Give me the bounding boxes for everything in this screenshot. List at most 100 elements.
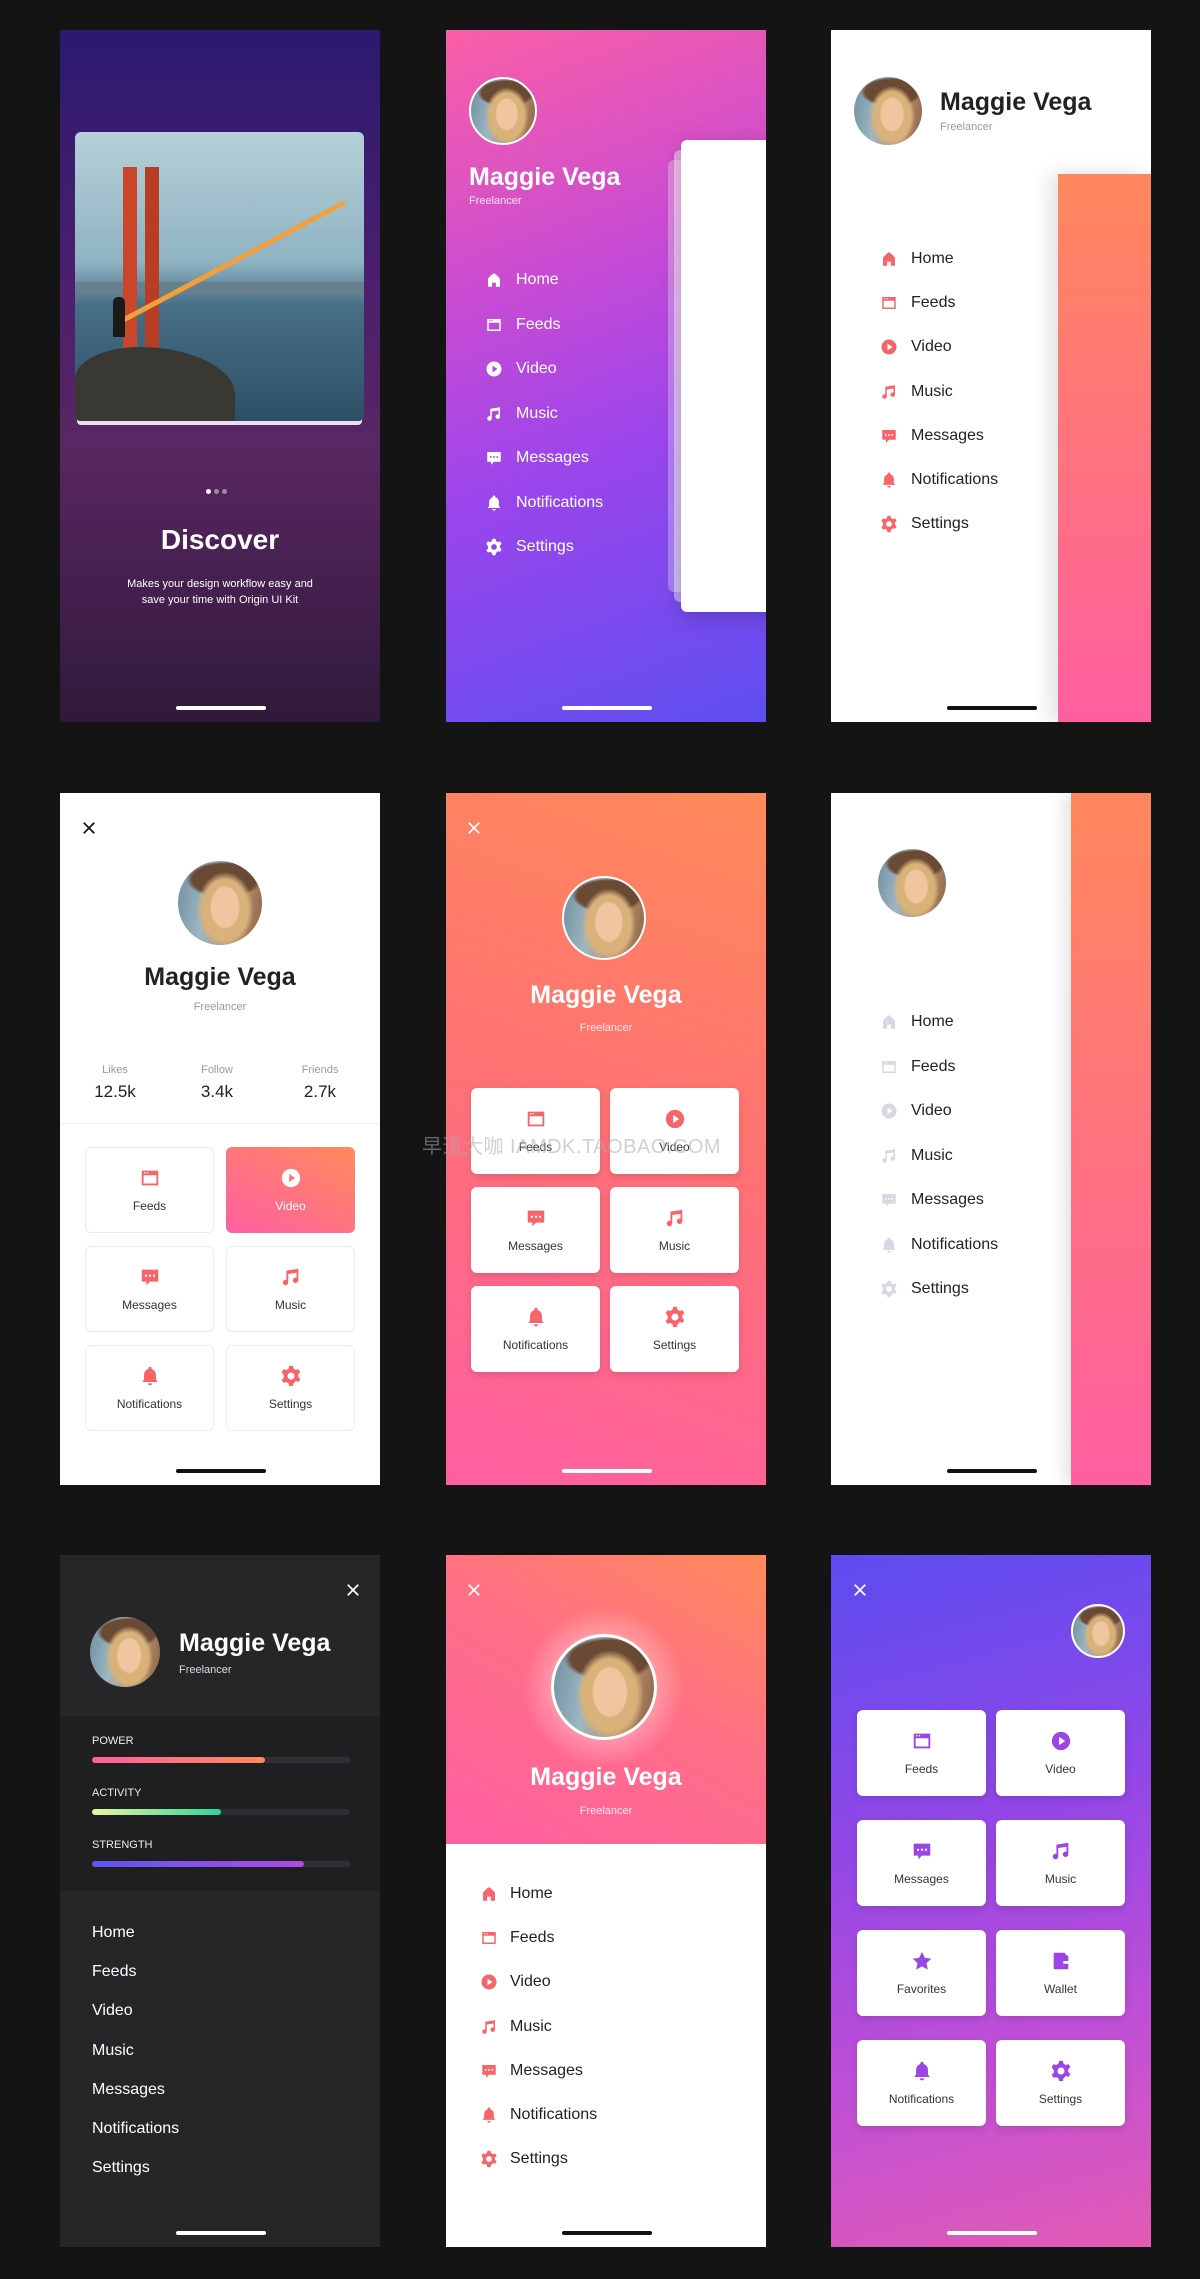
menu-item-settings[interactable]: Settings (485, 535, 574, 559)
menu-item-settings[interactable]: Settings (880, 1277, 969, 1301)
close-button[interactable] (80, 819, 98, 837)
onboarding-subtitle: Makes your design workflow easy and save… (60, 576, 380, 608)
menu-item-home[interactable]: Home (880, 1010, 954, 1034)
tile-messages[interactable]: Messages (85, 1246, 214, 1332)
menu-item-music[interactable]: Music (92, 2039, 134, 2063)
messages-icon (882, 1194, 896, 1207)
video-icon (665, 1109, 684, 1129)
tile-notifications[interactable]: Notifications (85, 1345, 214, 1431)
tile-label: Video (1045, 1762, 1076, 1776)
menu-item-settings[interactable]: Settings (880, 512, 969, 536)
menu-item-feeds[interactable]: Feeds (485, 313, 560, 337)
avatar[interactable] (854, 77, 922, 145)
avatar[interactable] (178, 861, 262, 945)
tile-settings[interactable]: Settings (226, 1345, 355, 1431)
menu-item-feeds[interactable]: Feeds (480, 1926, 554, 1950)
menu-item-label: Music (911, 382, 953, 400)
feeds-icon (482, 1932, 496, 1945)
menu-item-home[interactable]: Home (92, 1921, 135, 1945)
tile-messages[interactable]: Messages (471, 1187, 600, 1273)
tile-messages[interactable]: Messages (857, 1820, 986, 1906)
menu-item-music[interactable]: Music (485, 402, 558, 426)
menu-item-video[interactable]: Video (92, 1999, 133, 2023)
menu-item-notifications[interactable]: Notifications (880, 468, 998, 492)
tile-wallet[interactable]: Wallet (996, 1930, 1125, 2016)
avatar[interactable] (878, 849, 946, 917)
page-dot[interactable] (222, 489, 227, 494)
avatar[interactable] (90, 1617, 160, 1687)
profile-grid-menu-screen: Maggie Vega Freelancer Feeds Video Message… (60, 793, 380, 1485)
minimal-side-menu-screen: Home Feeds Video Music Messages Notifications… (831, 793, 1151, 1485)
menu-item-settings[interactable]: Settings (92, 2156, 150, 2180)
menu-item-home[interactable]: Home (480, 1882, 553, 1906)
tile-feeds[interactable]: Feeds (857, 1710, 986, 1796)
close-button[interactable] (465, 819, 483, 837)
menu-item-video[interactable]: Video (880, 1099, 952, 1123)
menu-item-messages[interactable]: Messages (485, 446, 589, 470)
avatar[interactable] (469, 77, 537, 145)
video-icon (281, 1168, 300, 1188)
avatar[interactable] (551, 1634, 657, 1740)
menu-item-feeds[interactable]: Feeds (880, 291, 955, 315)
page-indicator[interactable] (206, 489, 227, 494)
tile-settings[interactable]: Settings (996, 2040, 1125, 2126)
close-button[interactable] (344, 1581, 362, 1599)
tile-label: Notifications (502, 1338, 569, 1352)
home-indicator (947, 706, 1037, 710)
menu-item-home[interactable]: Home (485, 268, 559, 292)
page-dot[interactable] (214, 489, 219, 494)
menu-item-notifications[interactable]: Notifications (480, 2103, 597, 2127)
close-button[interactable] (465, 1581, 483, 1599)
tile-music[interactable]: Music (996, 1820, 1125, 1906)
menu-item-notifications[interactable]: Notifications (880, 1233, 998, 1257)
menu-item-video[interactable]: Video (485, 357, 557, 381)
menu-item-settings[interactable]: Settings (480, 2147, 568, 2171)
stat-follow[interactable]: Follow 3.4k (167, 1064, 267, 1102)
stat-friends[interactable]: Friends 2.7k (270, 1064, 370, 1102)
menu-item-video[interactable]: Video (880, 335, 952, 359)
menu-item-feeds[interactable]: Feeds (880, 1055, 955, 1079)
close-button[interactable] (851, 1581, 869, 1599)
music-icon (487, 406, 501, 421)
avatar[interactable] (1071, 1604, 1125, 1658)
user-role: Freelancer (579, 1022, 633, 1034)
tile-notifications[interactable]: Notifications (471, 1286, 600, 1372)
avatar[interactable] (562, 876, 646, 960)
menu-item-home[interactable]: Home (880, 247, 954, 271)
stat-likes[interactable]: Likes 12.5k (65, 1064, 165, 1102)
menu-item-notifications[interactable]: Notifications (485, 491, 603, 515)
onboarding-title: Discover (160, 524, 280, 555)
menu-item-music[interactable]: Music (880, 380, 953, 404)
menu-item-messages[interactable]: Messages (480, 2059, 583, 2083)
menu-item-notifications[interactable]: Notifications (92, 2117, 179, 2141)
close-icon (83, 822, 95, 834)
page-dot-active[interactable] (206, 489, 211, 494)
tile-notifications[interactable]: Notifications (857, 2040, 986, 2126)
menu-item-messages[interactable]: Messages (92, 2078, 165, 2102)
menu-item-messages[interactable]: Messages (880, 1188, 984, 1212)
menu-item-video[interactable]: Video (480, 1970, 551, 1994)
power-progress-bar (92, 1757, 350, 1763)
content-card[interactable] (681, 140, 766, 612)
content-panel[interactable] (1071, 793, 1151, 1485)
menu-item-music[interactable]: Music (880, 1144, 953, 1168)
tile-feeds[interactable]: Feeds (85, 1147, 214, 1233)
home-indicator (947, 1469, 1037, 1473)
music-icon (1052, 1842, 1068, 1860)
tile-label: Feeds (132, 1199, 167, 1213)
tile-favorites[interactable]: Favorites (857, 1930, 986, 2016)
messages-icon (141, 1269, 158, 1286)
menu-item-music[interactable]: Music (480, 2015, 552, 2039)
menu-item-feeds[interactable]: Feeds (92, 1960, 136, 1984)
tile-video[interactable]: Video (226, 1147, 355, 1233)
menu-item-label: Messages (92, 2080, 165, 2098)
menu-item-label: Music (911, 1146, 953, 1164)
menu-item-label: Messages (911, 1191, 984, 1208)
tile-music[interactable]: Music (226, 1246, 355, 1332)
tile-settings[interactable]: Settings (610, 1286, 739, 1372)
tile-video[interactable]: Video (996, 1710, 1125, 1796)
tile-music[interactable]: Music (610, 1187, 739, 1273)
content-panel[interactable] (1058, 174, 1151, 722)
menu-item-messages[interactable]: Messages (880, 424, 984, 448)
video-icon (881, 339, 897, 355)
